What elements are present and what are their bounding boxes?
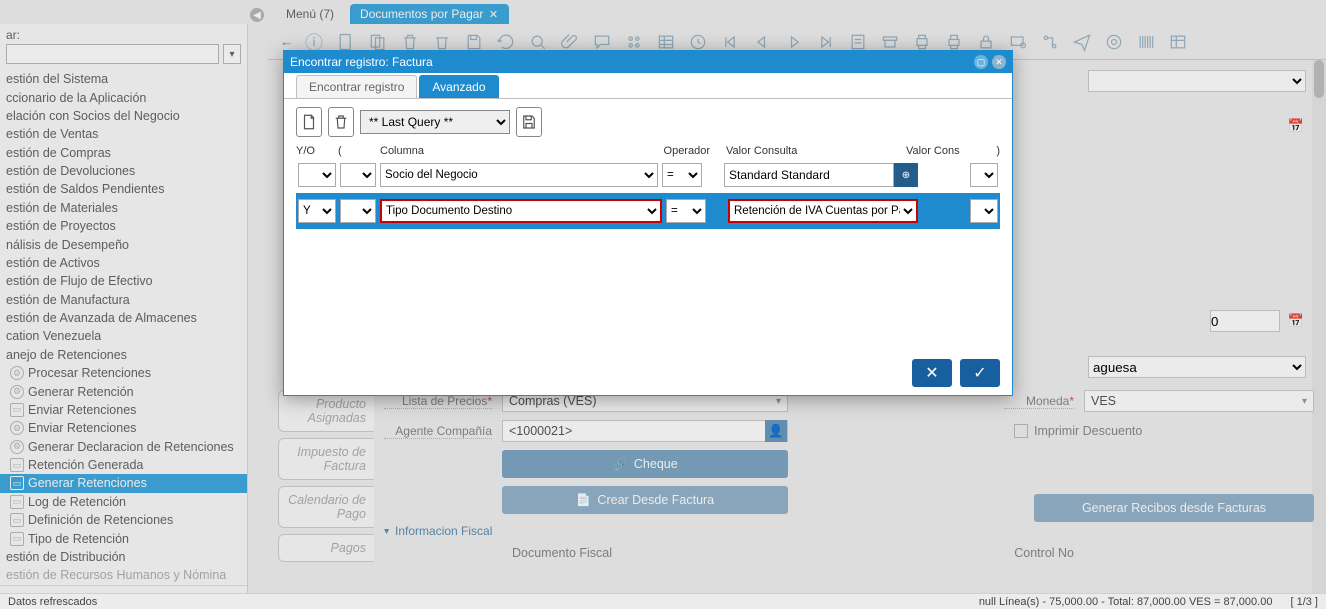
lookup-button[interactable]: ⊕ [894,163,918,187]
criteria-column-select[interactable]: Tipo Documento Destino [380,199,662,223]
col-header-open-paren: ( [338,145,378,157]
criteria-yo-select[interactable] [298,163,336,187]
col-header-valor-cons2: Valor Cons [906,145,976,157]
tab-encontrar-registro[interactable]: Encontrar registro [296,75,417,98]
dialog-tabs: Encontrar registro Avanzado [284,73,1012,99]
dialog-titlebar[interactable]: Encontrar registro: Factura ▢ ✕ [284,51,1012,73]
save-query-button[interactable] [516,107,542,137]
criteria-operator-select[interactable]: = [662,163,702,187]
criteria-value2-select[interactable] [970,163,998,187]
ok-button[interactable]: ✓ [960,359,1000,387]
criteria-yo-select[interactable]: Y [298,199,336,223]
find-record-dialog: Encontrar registro: Factura ▢ ✕ Encontra… [283,50,1013,396]
tab-avanzado[interactable]: Avanzado [419,75,498,98]
close-icon[interactable]: ✕ [992,55,1006,69]
saved-query-select[interactable]: ** Last Query ** [360,110,510,134]
criteria-operator-select[interactable]: = [666,199,706,223]
new-query-button[interactable] [296,107,322,137]
col-header-valor-consulta: Valor Consulta [710,145,906,157]
dialog-title: Encontrar registro: Factura [290,55,433,69]
status-message: Datos refrescados [8,596,97,608]
maximize-icon[interactable]: ▢ [974,55,988,69]
delete-query-button[interactable] [328,107,354,137]
criteria-grid-header: Y/O ( Columna Operador Valor Consulta Va… [296,145,1000,157]
cancel-button[interactable]: ✕ [912,359,952,387]
criteria-row: Socio del Negocio = ⊕ [296,157,1000,193]
dialog-footer: ✕ ✓ [912,359,1000,387]
status-bar: Datos refrescados null Línea(s) - 75,000… [0,593,1326,609]
criteria-row-selected: Y Tipo Documento Destino = Retención de … [296,193,1000,229]
criteria-value-input[interactable] [724,163,894,187]
col-header-close-paren: ) [976,145,1000,157]
criteria-value2-select[interactable] [970,199,998,223]
status-totals: null Línea(s) - 75,000.00 - Total: 87,00… [979,596,1273,608]
criteria-paren-select[interactable] [340,199,376,223]
criteria-column-select[interactable]: Socio del Negocio [380,163,658,187]
col-header-yo: Y/O [296,145,338,157]
col-header-operador: Operador [650,145,710,157]
criteria-paren-select[interactable] [340,163,376,187]
status-record-position: [ 1/3 ] [1290,596,1318,608]
criteria-value-select[interactable]: Retención de IVA Cuentas por Paga [728,199,918,223]
dialog-body: ** Last Query ** Y/O ( Columna Operador … [284,99,1012,395]
col-header-columna: Columna [378,145,650,157]
